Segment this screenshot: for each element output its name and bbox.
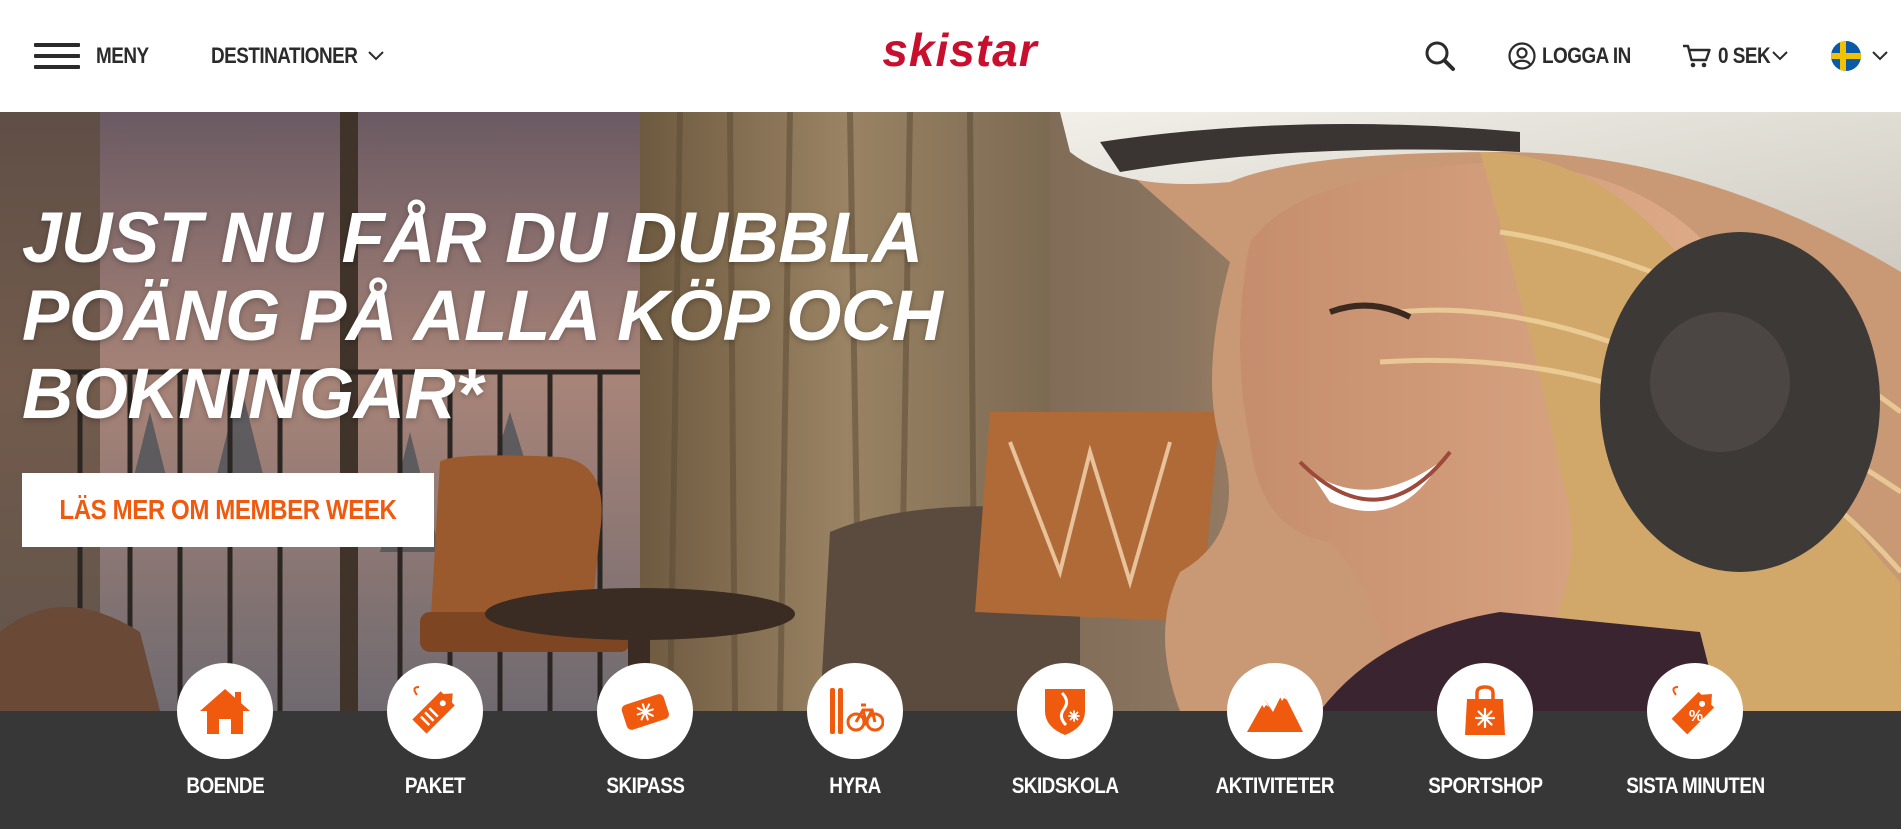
category-bar: BOENDE PAKET SKIPASS HYRA SKIDSKOLA AKTI… (0, 663, 1901, 829)
search-icon (1425, 41, 1455, 71)
svg-text:%: % (1689, 708, 1703, 725)
cart-total: 0 SEK (1718, 43, 1771, 68)
cart-icon (1683, 44, 1711, 68)
package-tag-icon (412, 686, 455, 734)
site-header: MENY DESTINATIONER skistar LOGGA IN 0 SE… (0, 0, 1901, 112)
category-boende[interactable]: BOENDE (135, 663, 315, 823)
skipass-icon (621, 694, 669, 730)
sweden-flag-icon (1831, 41, 1861, 71)
category-paket[interactable]: PAKET (345, 663, 525, 823)
category-label: PAKET (404, 773, 466, 798)
hero-title: JUST NU FÅR DU DUBBLA POÄNG PÅ ALLA KÖP … (22, 199, 943, 434)
login-button[interactable]: LOGGA IN (1508, 0, 1645, 112)
chevron-down-icon (1872, 51, 1888, 61)
category-label: BOENDE (186, 773, 264, 798)
category-skidskola[interactable]: SKIDSKOLA (975, 663, 1155, 823)
skistar-logo[interactable]: skistar (846, 32, 1074, 72)
ski-school-icon (1045, 689, 1085, 735)
category-label: AKTIVITETER (1215, 773, 1335, 798)
cart-button[interactable]: 0 SEK (1682, 0, 1795, 112)
category-aktiviteter[interactable]: AKTIVITETER (1185, 663, 1365, 823)
category-label: HYRA (829, 773, 881, 798)
member-week-button-label: LÄS MER OM MEMBER WEEK (59, 494, 397, 525)
category-hyra[interactable]: HYRA (765, 663, 945, 823)
category-sportshop[interactable]: SPORTSHOP (1395, 663, 1575, 823)
language-selector[interactable] (1831, 0, 1889, 112)
search-button[interactable] (1424, 0, 1456, 112)
chevron-down-icon (1771, 51, 1788, 61)
category-label: SKIDSKOLA (1011, 773, 1119, 798)
mountains-icon (1247, 692, 1303, 732)
rental-icon (830, 688, 884, 734)
category-label: SPORTSHOP (1427, 773, 1543, 798)
last-minute-tag-icon: % (1671, 686, 1715, 735)
member-week-button[interactable]: LÄS MER OM MEMBER WEEK (22, 473, 434, 547)
svg-text:skistar: skistar (882, 32, 1038, 72)
category-skipass[interactable]: SKIPASS (555, 663, 735, 823)
login-label: LOGGA IN (1542, 43, 1631, 68)
destinations-dropdown[interactable]: DESTINATIONER (211, 0, 385, 112)
destinations-label: DESTINATIONER (211, 43, 358, 68)
shopping-bag-icon (1465, 685, 1505, 735)
category-label: SISTA MINUTEN (1625, 773, 1765, 798)
category-label: SKIPASS (605, 773, 685, 798)
user-icon (1508, 42, 1536, 70)
menu-label: MENY (96, 43, 149, 68)
hamburger-icon (34, 40, 80, 72)
hero-banner: JUST NU FÅR DU DUBBLA POÄNG PÅ ALLA KÖP … (0, 112, 1901, 711)
house-icon (200, 689, 250, 734)
menu-button[interactable]: MENY (34, 0, 157, 112)
chevron-down-icon (368, 51, 384, 61)
category-sista-minuten[interactable]: % SISTA MINUTEN (1605, 663, 1785, 823)
